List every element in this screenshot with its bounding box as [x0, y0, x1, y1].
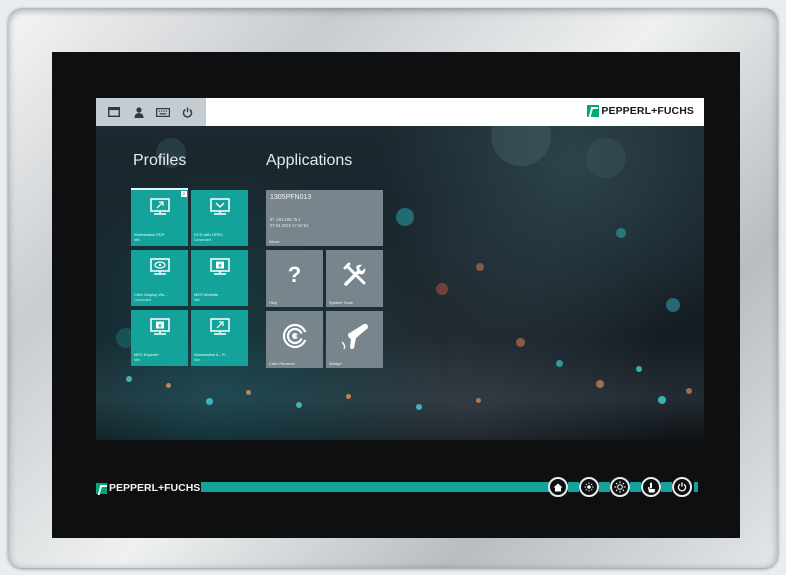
profile-tile-mes-website[interactable]: e MES Website Idle	[191, 250, 248, 306]
profiles-title: Profiles	[133, 152, 187, 169]
home-icon	[553, 483, 563, 491]
profile-tile-workstation-a[interactable]: Workstation A - R... Idle	[191, 310, 248, 366]
background-bokeh	[596, 380, 604, 388]
user-icon[interactable]	[131, 104, 147, 120]
device-ip: IP: 192.168.75.1	[270, 217, 301, 222]
profile-tile-workstation-rdp[interactable]: 2 Workstation RDP Idle	[131, 188, 188, 246]
profile-name: MES Website	[194, 292, 219, 297]
background-bokeh	[436, 283, 448, 295]
background-bokeh	[296, 402, 302, 408]
profile-tile-mes-explorer[interactable]: e MES Explorer Idle	[131, 310, 188, 366]
barcode-scanner-icon	[340, 323, 368, 350]
app-label: Citrix Receiver	[269, 361, 296, 366]
monitor-vnc-icon	[210, 198, 230, 215]
citrix-receiver-icon	[282, 323, 308, 349]
background-bokeh	[396, 208, 414, 226]
brand-logo: PEPPERL+FUCHS	[587, 105, 694, 117]
bezel-brand-name: PEPPERL+FUCHS	[109, 482, 201, 494]
monitor-explorer-icon: e	[150, 318, 170, 335]
bezel-accent-strip	[201, 482, 554, 492]
power-button[interactable]	[672, 477, 692, 497]
app-label: Help	[269, 300, 278, 305]
background-bokeh	[666, 298, 680, 312]
brand-name: PEPPERL+FUCHS	[601, 105, 694, 117]
top-bar-icon-group	[96, 98, 206, 126]
profile-status: Idle	[134, 358, 140, 362]
background-bokeh	[206, 398, 213, 405]
notification-badge: 2	[181, 191, 187, 197]
background-bokeh	[476, 398, 481, 403]
background-bokeh	[246, 390, 251, 395]
background-bokeh	[636, 366, 642, 372]
profile-name: Citrix Display Wo...	[134, 292, 168, 297]
background-bokeh	[616, 228, 626, 238]
monitor-rdp-icon	[210, 318, 230, 335]
keyboard-icon[interactable]	[155, 104, 171, 120]
hardware-row-end-strip	[694, 482, 698, 492]
profile-name: Workstation A - R...	[194, 352, 229, 357]
app-tile-wedge[interactable]: Wedge	[326, 311, 383, 368]
question-mark-icon: ?	[287, 262, 302, 288]
tools-icon	[343, 262, 365, 286]
applications-title: Applications	[266, 152, 353, 169]
app-tile-citrix-receiver[interactable]: Citrix Receiver	[266, 311, 323, 368]
brand-mark-icon	[96, 482, 107, 494]
app-tile-system-tools[interactable]: System Tools	[326, 250, 383, 307]
touch-button[interactable]	[641, 477, 661, 497]
profile-status: Connected	[134, 298, 151, 302]
background-bokeh	[586, 138, 626, 178]
monitor-eye-icon	[150, 258, 170, 275]
profile-name: DCS with OPEC	[194, 232, 224, 237]
app-tile-help[interactable]: ? Help	[266, 250, 323, 307]
about-label: About	[269, 239, 280, 244]
profile-status: Connected	[194, 238, 211, 242]
background-bokeh	[556, 360, 563, 367]
background-bokeh	[346, 394, 351, 399]
background-bokeh	[126, 376, 132, 382]
profile-status: Idle	[134, 238, 140, 242]
background-bokeh	[166, 383, 171, 388]
top-bar: PEPPERL+FUCHS	[96, 98, 704, 126]
window-icon[interactable]	[106, 104, 122, 120]
profile-name: MES Explorer	[134, 352, 159, 357]
hardware-button-separator	[599, 482, 610, 492]
background-bokeh	[516, 338, 525, 347]
monitor-rdp-icon	[150, 198, 170, 215]
bezel-brand-logo: PEPPERL+FUCHS	[96, 482, 200, 494]
profile-status: Idle	[194, 298, 200, 302]
hardware-button-separator	[568, 482, 579, 492]
brightness-up-button[interactable]	[610, 477, 630, 497]
brand-mark-icon	[587, 105, 600, 117]
app-label: System Tools	[329, 300, 353, 305]
background-bokeh	[476, 263, 484, 271]
power-icon[interactable]	[180, 104, 196, 120]
hardware-button-separator	[661, 482, 672, 492]
profile-tile-citrix[interactable]: Citrix Display Wo... Connected	[131, 250, 188, 306]
profile-tile-dcs[interactable]: DCS with OPEC Connected	[191, 190, 248, 246]
device-name: 1305PFN013	[270, 194, 312, 201]
hardware-button-row	[548, 476, 698, 498]
brightness-down-button[interactable]	[579, 477, 599, 497]
home-button[interactable]	[548, 477, 568, 497]
touch-icon	[648, 482, 655, 492]
power-icon	[677, 482, 687, 492]
app-label: Wedge	[329, 361, 342, 366]
background-bokeh	[686, 388, 692, 394]
monitor-browser-icon: e	[210, 258, 230, 275]
background-bokeh	[658, 396, 666, 404]
hardware-button-separator	[630, 482, 641, 492]
brightness-down-icon	[584, 482, 594, 492]
about-tile[interactable]: 1305PFN013 IP: 192.168.75.1 07.04.2016 1…	[266, 190, 383, 246]
background-bokeh	[416, 404, 422, 410]
profile-name: Workstation RDP	[134, 232, 165, 237]
device-datetime: 07.04.2016 17:49:54	[270, 223, 309, 228]
profile-status: Idle	[194, 358, 200, 362]
brightness-up-icon	[614, 481, 626, 493]
screen: PEPPERL+FUCHS Profiles 2 Workstation RDP…	[96, 98, 704, 440]
